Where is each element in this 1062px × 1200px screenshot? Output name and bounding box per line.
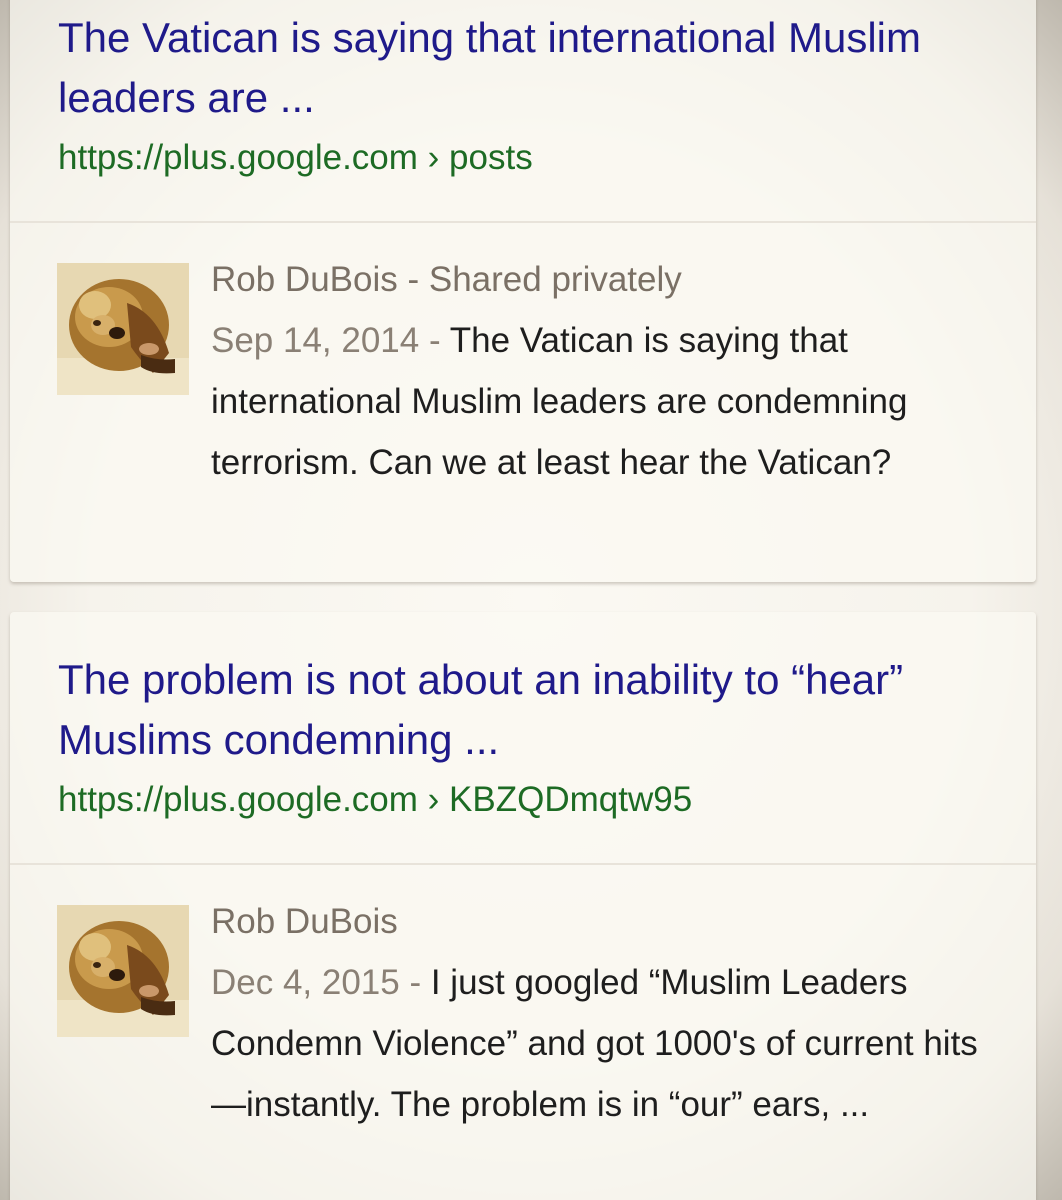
divider [10, 221, 1036, 223]
result-date: Sep 14, 2014 - [211, 321, 450, 360]
result-url[interactable]: https://plus.google.com › posts [58, 136, 533, 180]
lion-statue-avatar-icon[interactable] [57, 905, 189, 1037]
result-author: Rob DuBois - Shared privately [211, 260, 682, 299]
divider [10, 863, 1036, 865]
result-title-link[interactable]: The Vatican is saying that international… [58, 8, 958, 128]
lion-statue-avatar-icon[interactable] [57, 263, 189, 395]
result-author: Rob DuBois [211, 902, 398, 941]
avatar-image [57, 905, 189, 1037]
result-date: Dec 4, 2015 - [211, 963, 431, 1002]
search-results-page: The Vatican is saying that international… [0, 0, 1062, 1200]
result-snippet: Sep 14, 2014 - The Vatican is saying tha… [211, 310, 1001, 493]
search-result-card: The problem is not about an inability to… [10, 612, 1036, 1200]
avatar-image [57, 263, 189, 395]
result-title-link[interactable]: The problem is not about an inability to… [58, 650, 958, 770]
result-snippet: Dec 4, 2015 - I just googled “Muslim Lea… [211, 952, 1001, 1135]
search-result-card: The Vatican is saying that international… [10, 0, 1036, 582]
result-url[interactable]: https://plus.google.com › KBZQDmqtw95 [58, 778, 692, 822]
